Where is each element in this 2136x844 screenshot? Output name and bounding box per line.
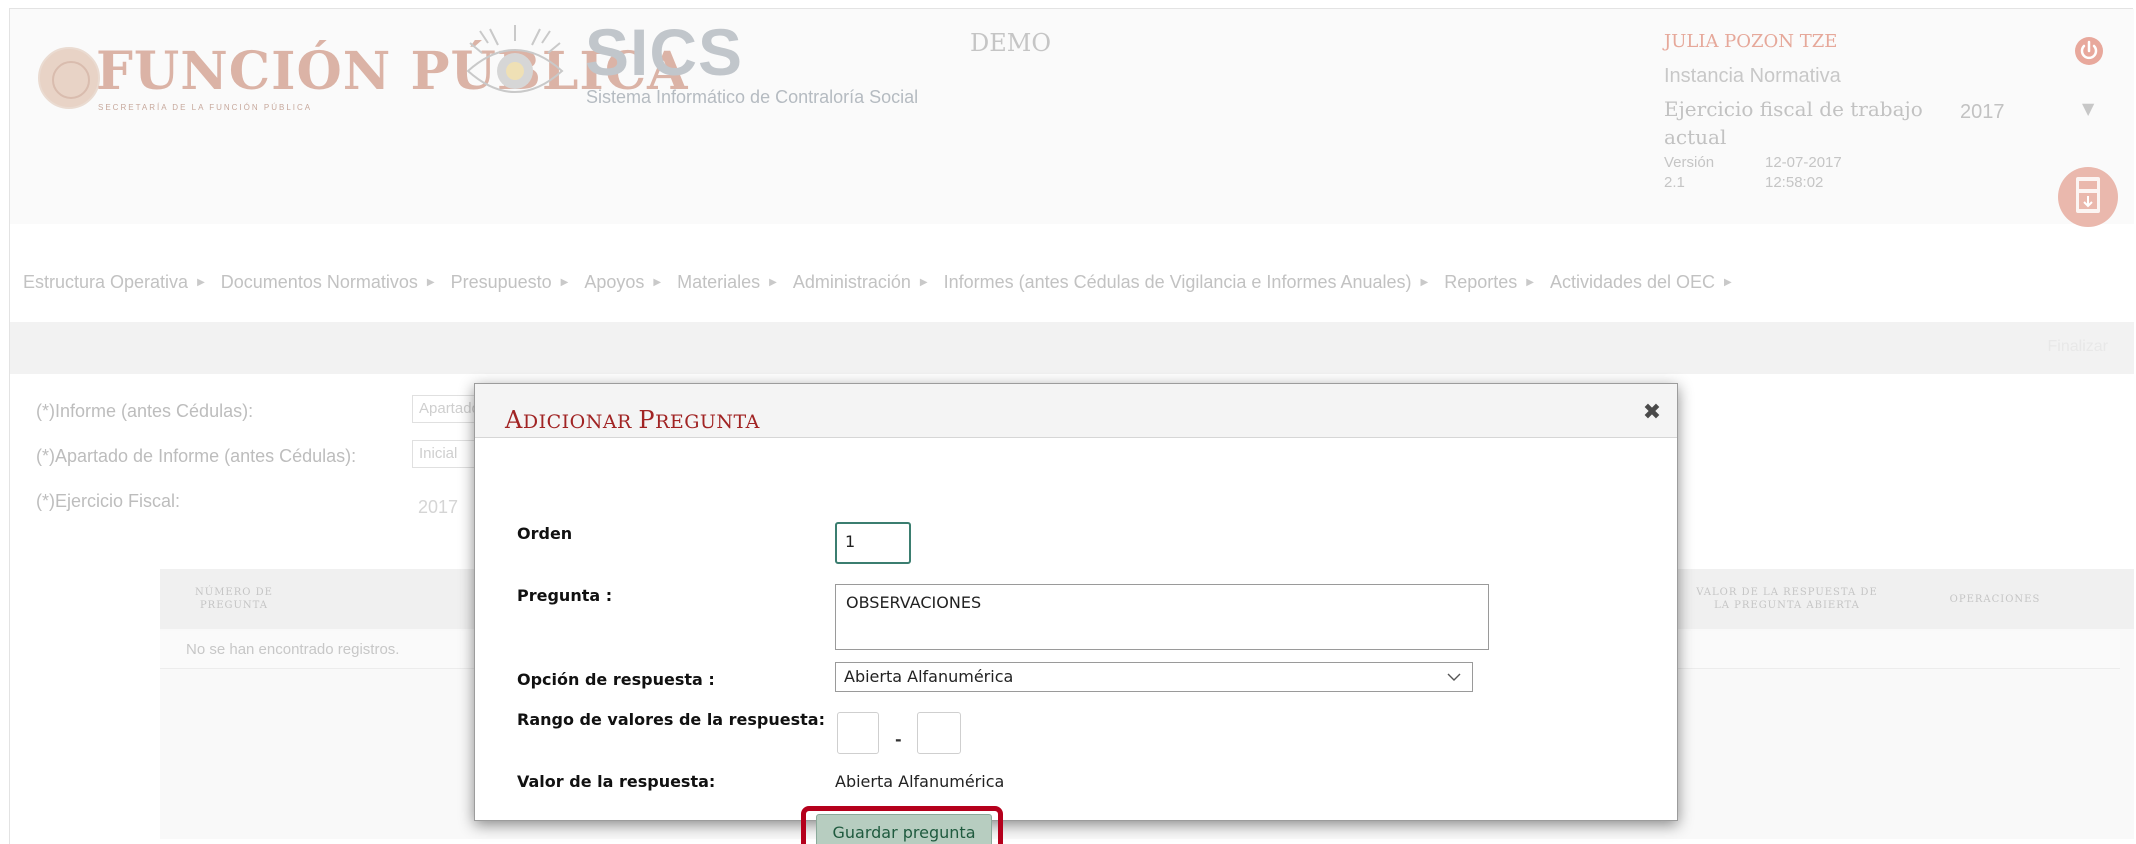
environment-label: DEMO <box>970 29 1052 57</box>
nav-item-materiales[interactable]: Materiales ▶ <box>677 272 777 293</box>
arrow-right-icon: ▶ <box>1724 276 1732 288</box>
nav-item-informes[interactable]: Informes (antes Cédulas de Vigilancia e … <box>944 272 1429 293</box>
nav-item-presupuesto[interactable]: Presupuesto ▶ <box>451 272 569 293</box>
close-icon[interactable]: ✖ <box>1641 402 1663 424</box>
informe-select[interactable]: Apartado <box>412 395 482 423</box>
title-initial-b: P <box>638 406 656 434</box>
apartado-select[interactable]: Inicial <box>412 440 482 468</box>
header: FUNCIÓN PÚBLICA SECRETARÍA DE LA FUNCIÓN… <box>10 9 2134 227</box>
ejercicio-value: 2017 <box>418 497 459 517</box>
empty-message: No se han encontrado registros. <box>186 641 400 658</box>
user-menu-chevron-icon[interactable]: ▼ <box>2082 99 2094 118</box>
nav-item-actividades-oec[interactable]: Actividades del OEC ▶ <box>1550 272 1732 293</box>
dialog-title: ADICIONAR PREGUNTA <box>505 406 760 434</box>
page: FUNCIÓN PÚBLICA SECRETARÍA DE LA FUNCIÓN… <box>0 0 2136 844</box>
user-role: Instancia Normativa <box>1664 65 1841 87</box>
version-date: 12-07-2017 <box>1765 154 1842 171</box>
rango-valores-label: Rango de valores de la respuesta: <box>517 710 825 729</box>
opcion-respuesta-label: Opción de respuesta : <box>517 670 715 689</box>
nav-item-apoyos[interactable]: Apoyos ▶ <box>584 272 661 293</box>
power-icon[interactable] <box>2074 36 2104 66</box>
dialog-header: ADICIONAR PREGUNTA ✖ <box>475 384 1677 438</box>
version-time: 12:58:02 <box>1765 174 1824 191</box>
nav-item-label: Estructura Operativa <box>23 271 189 292</box>
col-numero-pregunta[interactable]: NÚMERO DE PREGUNTA <box>174 586 294 612</box>
nav-item-reportes[interactable]: Reportes ▶ <box>1444 272 1534 293</box>
brand-sub: SECRETARÍA DE LA FUNCIÓN PÚBLICA <box>98 103 313 112</box>
seal-icon <box>38 47 100 109</box>
title-rest-a: DICIONAR <box>522 411 639 433</box>
user-name: JULIA POZON TZE <box>1664 31 1838 52</box>
nav-item-label: Reportes <box>1444 271 1518 292</box>
opcion-respuesta-select[interactable]: Abierta Alfanumérica <box>835 662 1473 692</box>
arrow-right-icon: ▶ <box>769 276 777 288</box>
rango-separator: - <box>895 730 902 749</box>
arrow-right-icon: ▶ <box>560 276 569 288</box>
version-block: Versión 2.1 <box>1664 153 1714 193</box>
col-valor-line2: LA PREGUNTA ABIERTA <box>1714 600 1860 611</box>
arrow-right-icon: ▶ <box>426 276 435 288</box>
rango-min-input[interactable] <box>837 712 879 754</box>
fiscal-year-value: 2017 <box>1960 101 2005 123</box>
arrow-right-icon: ▶ <box>919 276 928 288</box>
col-numero-line2: PREGUNTA <box>199 600 269 611</box>
title-rest-b: REGUNTA <box>655 411 760 433</box>
toolbar: Finalizar <box>10 322 2134 374</box>
valor-respuesta-label: Valor de la respuesta: <box>517 772 716 791</box>
version-datetime: 12-07-2017 12:58:02 <box>1765 153 1842 193</box>
rango-max-input[interactable] <box>917 712 961 754</box>
arrow-right-icon: ▶ <box>197 276 205 288</box>
pregunta-textarea[interactable]: OBSERVACIONES <box>835 584 1489 650</box>
col-numero-line1: NÚMERO DE <box>195 587 273 598</box>
nav-item-estructura-operativa[interactable]: Estructura Operativa ▶ <box>23 272 205 293</box>
arrow-right-icon: ▶ <box>653 276 662 288</box>
app-full-name: Sistema Informático de Contraloría Socia… <box>586 87 919 107</box>
nav-item-label: Apoyos <box>584 271 645 292</box>
pregunta-label: Pregunta : <box>517 586 613 605</box>
col-valor-respuesta[interactable]: VALOR DE LA RESPUESTA DE LA PREGUNTA ABI… <box>1682 586 1892 612</box>
ejercicio-label: (*)Ejercicio Fiscal: <box>36 491 181 511</box>
nav-item-documentos-normativos[interactable]: Documentos Normativos ▶ <box>221 272 435 293</box>
pdf-icon[interactable] <box>2058 161 2118 231</box>
dialog-body: Orden 1 Pregunta : OBSERVACIONES Opción … <box>475 438 1677 844</box>
orden-input[interactable]: 1 <box>835 522 911 564</box>
arrow-right-icon: ▶ <box>1526 276 1534 288</box>
guardar-pregunta-button[interactable]: Guardar pregunta <box>816 814 992 844</box>
nav-item-administracion[interactable]: Administración ▶ <box>793 272 928 293</box>
valor-respuesta-value: Abierta Alfanumérica <box>835 772 1005 791</box>
arrow-right-icon: ▶ <box>1420 276 1429 288</box>
nav-item-label: Actividades del OEC <box>1549 271 1716 292</box>
app-frame: FUNCIÓN PÚBLICA SECRETARÍA DE LA FUNCIÓN… <box>9 8 2134 844</box>
nav-item-label: Materiales <box>677 271 761 292</box>
informe-label: (*)Informe (antes Cédulas): <box>36 401 254 421</box>
main-nav: Estructura Operativa ▶ Documentos Normati… <box>10 264 2134 300</box>
nav-item-label: Informes (antes Cédulas de Vigilancia e … <box>943 271 1412 292</box>
apartado-label: (*)Apartado de Informe (antes Cédulas): <box>36 446 357 466</box>
nav-item-label: Presupuesto <box>450 271 552 292</box>
finalizar-button[interactable]: Finalizar <box>2048 338 2108 356</box>
eye-logo-icon <box>466 25 564 93</box>
version-number: 2.1 <box>1664 174 1685 191</box>
chevron-down-icon[interactable] <box>1445 668 1463 686</box>
title-initial-a: A <box>505 406 523 434</box>
col-valor-line1: VALOR DE LA RESPUESTA DE <box>1696 587 1878 598</box>
nav-item-label: Administración <box>792 271 911 292</box>
orden-label: Orden <box>517 524 573 543</box>
version-label: Versión <box>1664 154 1715 171</box>
app-name: SICS <box>585 15 744 89</box>
fiscal-year-label: Ejercicio fiscal de trabajo actual <box>1664 97 1923 149</box>
col-operaciones[interactable]: OPERACIONES <box>1930 593 2060 606</box>
nav-item-label: Documentos Normativos <box>220 271 418 292</box>
adicionar-pregunta-dialog: ADICIONAR PREGUNTA ✖ Orden 1 Pregunta : … <box>474 383 1678 844</box>
